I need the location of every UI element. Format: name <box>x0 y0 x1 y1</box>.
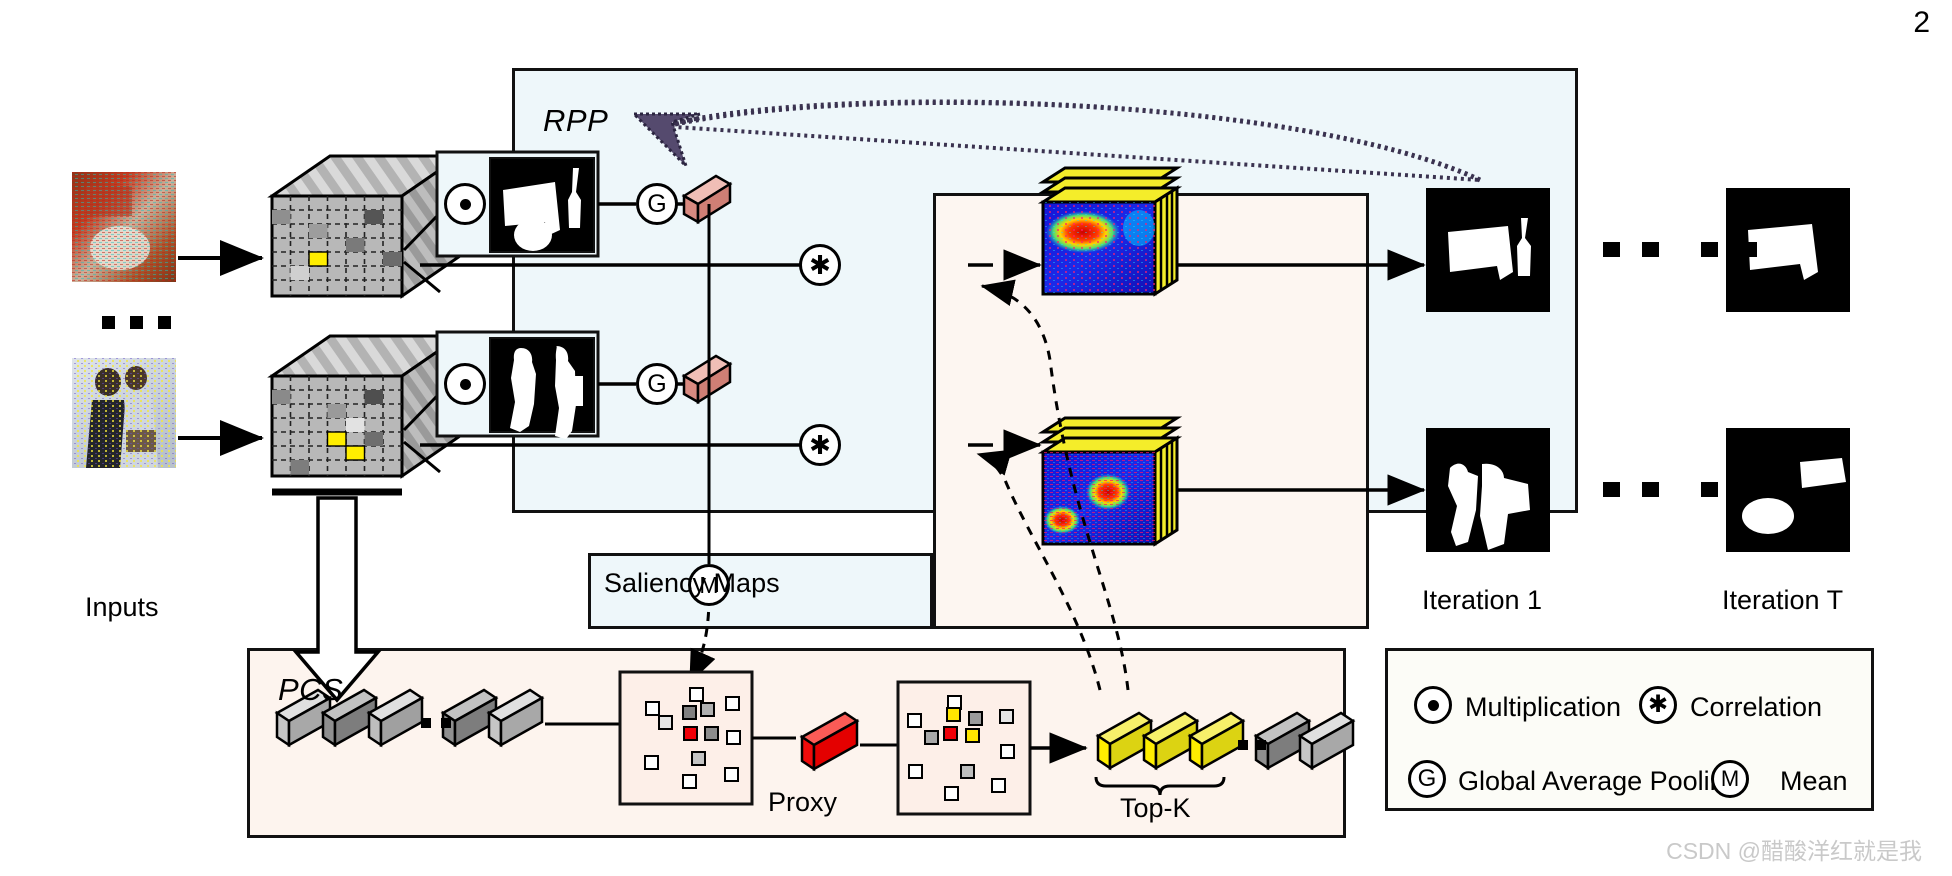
legend-correlation-icon: ✱ <box>1639 686 1677 724</box>
connector-cube2-saliency <box>402 394 439 432</box>
iteration-t-label: Iteration T <box>1722 585 1844 615</box>
pcs-vectors-ellipsis <box>421 718 451 728</box>
topk-vectors-ellipsis <box>1238 740 1266 750</box>
legend-multiplication-icon <box>1414 686 1452 724</box>
correlation-icon: ✱ <box>799 244 841 286</box>
multiplication-icon <box>444 363 486 405</box>
rpp-panel-label: RPP <box>543 103 609 138</box>
input-image-2 <box>72 358 176 468</box>
inputs-label: Inputs <box>85 592 159 622</box>
gap-icon: G <box>636 363 678 405</box>
inputs-ellipsis <box>102 316 171 329</box>
iterations-ellipsis-top <box>1603 242 1757 257</box>
iterations-ellipsis-bottom <box>1603 482 1757 497</box>
connector-cube1-saliency <box>402 214 439 252</box>
legend-multiplication-label: Multiplication <box>1465 692 1622 722</box>
gap-icon: G <box>636 183 678 225</box>
highlighted-feature-cell <box>326 431 347 447</box>
legend-gap-label: Global Average Pooling <box>1458 766 1740 796</box>
multiplication-icon <box>444 183 486 225</box>
multiplication-dot <box>459 378 471 390</box>
legend-mean-label: Mean <box>1780 766 1848 796</box>
input-image-1 <box>72 172 176 282</box>
legend-correlation-label: Correlation <box>1690 692 1823 722</box>
proxy-label: Proxy <box>768 787 838 817</box>
correlation-icon: ✱ <box>799 424 841 466</box>
legend-mean-icon: M <box>1711 760 1749 798</box>
page-number: 2 <box>1913 6 1930 39</box>
saliency-maps-label: Saliency Maps <box>604 568 780 598</box>
watermark: CSDN @醋酸洋红就是我 <box>1666 838 1922 864</box>
multiplication-dot <box>459 198 471 210</box>
highlighted-feature-cell <box>345 445 366 461</box>
legend-multiplication-dot <box>1427 699 1439 711</box>
highlighted-feature-cell <box>308 251 329 267</box>
correlation-stage-panel <box>933 193 1369 629</box>
pcs-panel-label: PCS <box>278 672 344 707</box>
feature-cube-1 <box>267 153 465 299</box>
feature-cube-2 <box>267 333 465 479</box>
legend-gap-icon: G <box>1408 760 1446 798</box>
topk-label: Top-K <box>1120 793 1191 823</box>
iteration-1-label: Iteration 1 <box>1422 585 1543 615</box>
